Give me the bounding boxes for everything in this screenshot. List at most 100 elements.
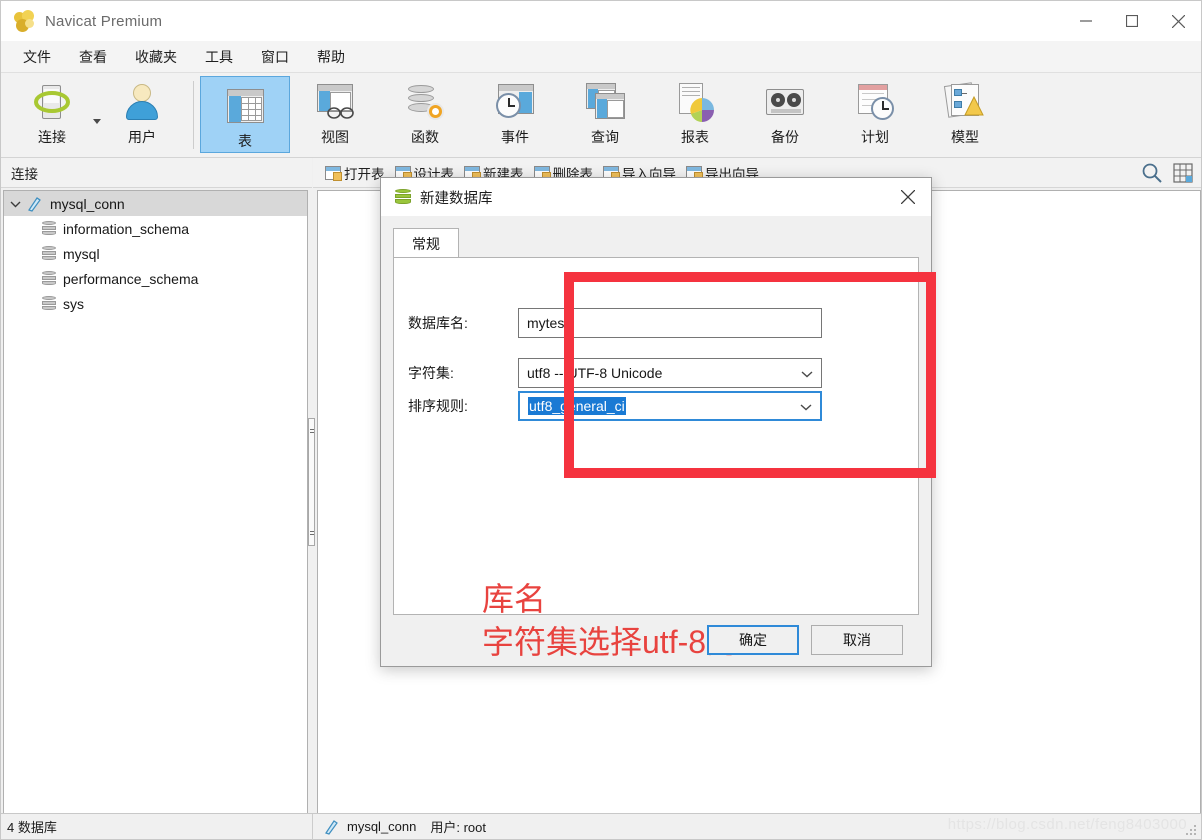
toolbar-label-table: 表	[238, 133, 252, 149]
toolbar-button-model[interactable]: 模型	[920, 73, 1010, 157]
label-charset: 字符集:	[408, 365, 454, 381]
toolbar-label-report: 报表	[681, 129, 709, 145]
grid-view-icon[interactable]	[1173, 162, 1193, 183]
toolbar-label-schedule: 计划	[861, 129, 889, 145]
backup-icon	[763, 81, 807, 125]
dialog-tabs: 常规	[393, 228, 459, 258]
toolbar-button-query[interactable]: 查询	[560, 73, 650, 157]
event-icon	[493, 81, 537, 125]
dialog-body: 常规 数据库名: mytest 字符集: utf8 -- UTF-8 Unico…	[381, 216, 936, 666]
tree-label-mysql-conn: mysql_conn	[50, 195, 125, 212]
chevron-down-icon[interactable]	[800, 398, 812, 414]
chevron-down-icon[interactable]	[4, 200, 26, 208]
connection-tree[interactable]: mysql_conn information_schema mysql perf…	[3, 190, 308, 815]
toolbar-button-backup[interactable]: 备份	[740, 73, 830, 157]
label-collation: 排序规则:	[408, 398, 468, 414]
close-icon[interactable]	[885, 178, 931, 216]
toolbar-label-backup: 备份	[771, 129, 799, 145]
field-row-db-name: 数据库名: mytest	[408, 308, 822, 338]
minimize-icon[interactable]	[1063, 1, 1109, 41]
toolbar-label-model: 模型	[951, 129, 979, 145]
tree-item-database[interactable]: performance_schema	[4, 266, 307, 291]
database-icon	[42, 246, 56, 261]
tree-item-database[interactable]: information_schema	[4, 216, 307, 241]
open-table-icon	[325, 165, 342, 181]
toolbar-button-table[interactable]: 表	[200, 76, 290, 153]
cancel-button[interactable]: 取消	[811, 625, 903, 655]
toolbar-button-event[interactable]: 事件	[470, 73, 560, 157]
collation-select[interactable]: utf8_general_ci	[518, 391, 822, 421]
database-icon	[42, 296, 56, 311]
toolbar-label-user: 用户	[128, 129, 156, 145]
menu-item-view[interactable]: 查看	[65, 44, 121, 70]
dialog-panel: 数据库名: mytest 字符集: utf8 -- UTF-8 Unicode …	[393, 257, 919, 660]
tree-label-database: mysql	[63, 245, 100, 262]
db-name-input[interactable]: mytest	[518, 308, 822, 338]
toolbar-button-connection[interactable]: 连接	[7, 73, 101, 157]
toolbar-label-view: 视图	[321, 129, 349, 145]
label-db-name: 数据库名:	[408, 315, 468, 331]
subtoolbar-right-tools	[1141, 162, 1201, 184]
subtoolbar-open-table[interactable]: 打开表	[325, 163, 385, 183]
sidebar-header-label: 连接	[11, 166, 38, 182]
toolbar-button-schedule[interactable]: 计划	[830, 73, 920, 157]
window-title: Navicat Premium	[45, 12, 163, 30]
chevron-down-icon[interactable]	[801, 365, 813, 381]
query-icon	[583, 81, 627, 125]
table-icon	[223, 85, 267, 129]
window-controls	[1063, 1, 1201, 41]
toolbar-label-event: 事件	[501, 129, 529, 145]
charset-value: utf8 -- UTF-8 Unicode	[527, 365, 663, 381]
tab-general[interactable]: 常规	[393, 228, 459, 258]
toolbar-label-function: 函数	[411, 129, 439, 145]
sidebar-header: 连接	[1, 158, 312, 188]
tree-label-database: sys	[63, 295, 84, 312]
database-icon	[42, 221, 56, 236]
menu-item-tools[interactable]: 工具	[191, 44, 247, 70]
status-bar: 4 数据库 mysql_conn 用户: root https://blog.c…	[1, 813, 1201, 840]
search-icon[interactable]	[1141, 162, 1163, 184]
title-bar: Navicat Premium	[1, 1, 1201, 41]
toolbar-button-user[interactable]: 用户	[97, 73, 187, 157]
tree-item-database[interactable]: sys	[4, 291, 307, 316]
dialog-title: 新建数据库	[420, 190, 493, 207]
close-icon[interactable]	[1155, 1, 1201, 41]
tree-item-mysql-conn[interactable]: mysql_conn	[4, 191, 307, 216]
navicat-window: Navicat Premium 文件 查看 收藏夹 工具 窗口 帮助 连接 用户…	[0, 0, 1202, 840]
toolbar-button-function[interactable]: 函数	[380, 73, 470, 157]
toolbar-button-view[interactable]: 视图	[290, 73, 380, 157]
main-toolbar: 连接 用户 表 视图 函数 事件 查询 报表 备份 计划 模型	[1, 73, 1201, 158]
charset-select[interactable]: utf8 -- UTF-8 Unicode	[518, 358, 822, 388]
status-connection-name: mysql_conn	[347, 819, 417, 834]
panel-splitter[interactable]	[308, 190, 315, 815]
resize-grip[interactable]	[1186, 824, 1198, 837]
ok-button[interactable]: 确定	[707, 625, 799, 655]
schedule-icon	[853, 81, 897, 125]
menu-item-help[interactable]: 帮助	[303, 44, 359, 70]
menu-item-file[interactable]: 文件	[9, 44, 65, 70]
subtoolbar-label-open-table: 打开表	[344, 166, 385, 182]
function-icon	[403, 81, 447, 125]
tree-label-database: information_schema	[63, 220, 190, 237]
watermark-text: https://blog.csdn.net/feng8403000	[947, 815, 1187, 833]
status-connection-info: mysql_conn 用户: root https://blog.csdn.ne…	[313, 814, 1201, 840]
model-icon	[943, 81, 987, 125]
field-row-charset: 字符集: utf8 -- UTF-8 Unicode	[408, 358, 822, 388]
dialog-title-bar: 新建数据库	[381, 178, 931, 216]
collation-value: utf8_general_ci	[528, 397, 626, 415]
connection-icon	[30, 81, 74, 125]
new-database-dialog[interactable]: 新建数据库 常规 数据库名: mytest 字符集: utf8 -- UTF-8…	[380, 177, 936, 667]
menu-item-favorites[interactable]: 收藏夹	[121, 44, 191, 70]
new-database-icon	[395, 189, 411, 205]
menu-item-window[interactable]: 窗口	[247, 44, 303, 70]
splitter-grip[interactable]	[308, 418, 315, 546]
maximize-icon[interactable]	[1109, 1, 1155, 41]
connection-icon	[323, 819, 341, 835]
toolbar-button-report[interactable]: 报表	[650, 73, 740, 157]
connection-icon	[26, 196, 44, 212]
view-icon	[313, 81, 357, 125]
toolbar-label-connection: 连接	[38, 129, 66, 145]
status-database-count: 4 数据库	[1, 813, 313, 840]
tree-item-database[interactable]: mysql	[4, 241, 307, 266]
toolbar-label-query: 查询	[591, 129, 619, 145]
